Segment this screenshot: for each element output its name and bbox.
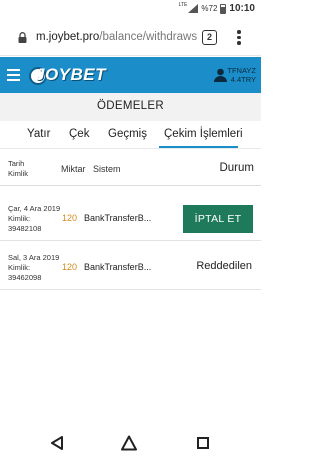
user-info[interactable]: TFNAYZ 4.4TRY <box>227 66 256 84</box>
recent-apps-icon[interactable] <box>197 437 209 449</box>
home-icon[interactable] <box>121 435 137 451</box>
url-domain: m.joybet.pro <box>36 31 100 43</box>
browser-url-bar[interactable]: m.joybet.pro/balance/withdraws 2 <box>0 20 261 56</box>
payment-tabs: Yatır Çek Geçmiş Çekim İşlemleri <box>0 121 261 149</box>
row-amount: 120 <box>62 213 78 223</box>
back-triangle-icon[interactable] <box>50 436 64 450</box>
tab-yatir[interactable]: Yatır <box>27 128 50 140</box>
header-date-id: Tarih Kimlik <box>8 159 28 179</box>
header-id: Kimlik <box>8 169 28 178</box>
row-id-label: Kimlik: <box>8 263 31 272</box>
tab-switcher-button[interactable]: 2 <box>202 30 217 45</box>
row-amount: 120 <box>62 262 78 272</box>
row-date-id: Sal, 3 Ara 2019 Kimlik: 39462098 <box>8 253 59 283</box>
tab-cekim-islemleri[interactable]: Çekim İşlemleri <box>164 128 243 140</box>
row-date: Çar, 4 Ara 2019 <box>8 204 61 213</box>
lock-icon <box>18 32 27 43</box>
user-icon[interactable] <box>214 68 227 82</box>
app-header: JOYBET TFNAYZ 4.4TRY <box>0 57 261 93</box>
username: TFNAYZ <box>227 66 256 75</box>
tab-cek[interactable]: Çek <box>69 128 89 140</box>
signal-icon <box>188 4 199 13</box>
row-id-label: Kimlik: <box>8 214 31 223</box>
battery-icon <box>220 3 227 14</box>
row-status: Reddedilen <box>196 260 252 272</box>
status-bar: LTE %72 10:10 <box>0 0 261 20</box>
header-status: Durum <box>219 162 254 174</box>
page-title-bar: ÖDEMELER <box>0 93 261 121</box>
hamburger-menu-icon[interactable] <box>7 69 20 81</box>
status-indicators: LTE %72 10:10 <box>178 1 255 15</box>
active-tab-indicator <box>159 146 238 148</box>
table-header: Tarih Kimlik Miktar Sistem Durum <box>0 150 261 186</box>
row-id: 39462098 <box>8 273 42 282</box>
table-row: Sal, 3 Ara 2019 Kimlik: 39462098 120 Ban… <box>0 244 261 290</box>
cancel-withdrawal-button[interactable]: İPTAL ET <box>183 205 253 233</box>
tab-gecmis[interactable]: Geçmiş <box>108 128 147 140</box>
header-date: Tarih <box>8 159 25 168</box>
row-date: Sal, 3 Ara 2019 <box>8 253 60 262</box>
row-system: BankTransferB... <box>84 262 152 272</box>
header-amount: Miktar <box>61 164 86 174</box>
browser-menu-icon[interactable] <box>236 30 242 46</box>
battery-percent: %72 <box>201 4 218 13</box>
android-nav-bar <box>0 425 261 463</box>
row-date-id: Çar, 4 Ara 2019 Kimlik: 39482108 <box>8 204 60 234</box>
header-system: Sistem <box>93 164 121 174</box>
clock: 10:10 <box>229 3 255 14</box>
row-system: BankTransferB... <box>84 213 152 223</box>
url-path: /balance/withdraws <box>99 31 198 43</box>
logo-text: JOYBET <box>35 65 107 84</box>
network-type: LTE <box>178 1 188 8</box>
url-text[interactable]: m.joybet.pro/balance/withdraws <box>36 31 197 43</box>
table-row: Çar, 4 Ara 2019 Kimlik: 39482108 120 Ban… <box>0 195 261 241</box>
row-id: 39482108 <box>8 224 42 233</box>
page-title: ÖDEMELER <box>97 100 164 112</box>
balance: 4.4TRY <box>230 75 256 84</box>
screen: LTE %72 10:10 m.joybet.pro/balance/withd… <box>0 0 261 463</box>
